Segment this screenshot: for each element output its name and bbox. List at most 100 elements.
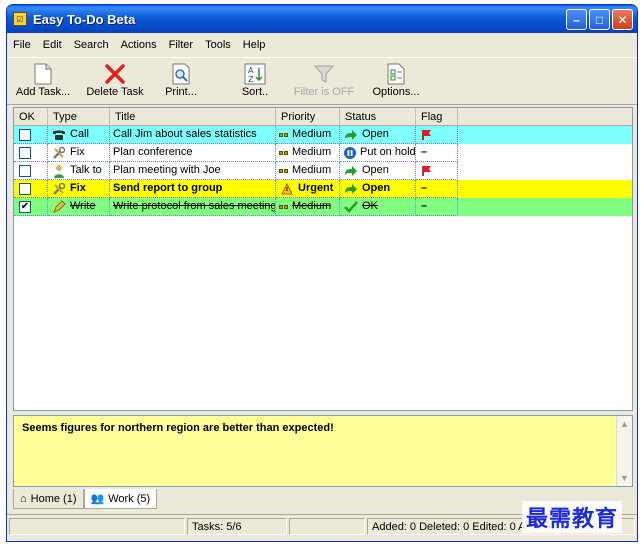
task-title-cell[interactable]: Plan conference [110,144,276,162]
minimize-button[interactable]: – [566,9,587,30]
app-window: ☑ Easy To-Do Beta – □ ✕ File Edit Search… [6,4,638,542]
arrow-right-icon [343,127,359,143]
person-icon [51,163,67,179]
sort-az-icon: AZ [244,63,266,85]
task-flag-cell[interactable]: – [416,180,458,198]
task-status: Put on hold [360,146,416,158]
task-type: Write [70,200,96,212]
delete-x-icon [105,64,125,84]
task-status-cell[interactable]: Open [340,180,416,198]
menu-edit[interactable]: Edit [37,39,68,51]
task-priority-cell[interactable]: Medium [276,198,340,216]
menu-file[interactable]: File [7,39,37,51]
category-tabs: ⌂ Home (1) 👥 Work (5) [13,489,158,511]
options-button[interactable]: Options... [371,62,421,104]
filter-button[interactable]: Filter is OFF [293,62,355,104]
task-title-cell[interactable]: Plan meeting with Joe [110,162,276,180]
task-type-cell[interactable]: Fix [48,144,110,162]
task-flag-cell[interactable]: – [416,144,458,162]
task-status-cell[interactable]: Open [340,162,416,180]
maximize-button[interactable]: □ [589,9,610,30]
task-priority-cell[interactable]: Medium [276,126,340,144]
tools-icon [51,181,67,197]
priority-medium-icon [279,150,288,155]
task-done-checkbox[interactable] [19,128,31,141]
task-priority-cell[interactable]: Urgent [276,180,340,198]
task-type-cell[interactable]: Call [48,126,110,144]
tab-work[interactable]: 👥 Work (5) [83,489,158,509]
task-flag-cell[interactable]: – [416,198,458,216]
task-done-checkbox[interactable]: ✔ [19,200,31,213]
task-status: Open [362,182,391,194]
task-type-cell[interactable]: Fix [48,180,110,198]
tab-home[interactable]: ⌂ Home (1) [13,489,84,509]
task-ok-cell[interactable]: ✔ [14,198,48,216]
task-status-cell[interactable]: Open [340,126,416,144]
col-priority-header[interactable]: Priority [276,108,340,126]
task-type-cell[interactable]: Write [48,198,110,216]
col-title-header[interactable]: Title [110,108,276,126]
task-ok-cell[interactable] [14,126,48,144]
title-bar[interactable]: ☑ Easy To-Do Beta – □ ✕ [7,5,637,33]
warning-icon [279,181,295,197]
task-done-checkbox[interactable] [19,164,31,177]
menu-search[interactable]: Search [68,39,115,51]
task-row[interactable]: Talk to Plan meeting with Joe Medium Open [14,162,632,180]
new-document-icon [34,63,52,85]
watermark-text: 最需教育 [522,501,623,533]
arrow-right-icon [343,163,359,179]
task-ok-cell[interactable] [14,144,48,162]
menu-tools[interactable]: Tools [199,39,237,51]
options-checklist-icon [387,63,405,85]
col-flag-header[interactable]: Flag [416,108,458,126]
no-flag-dash: – [421,146,428,158]
menu-filter[interactable]: Filter [163,39,199,51]
pencil-icon [51,199,67,215]
people-icon: 👥 [90,493,105,505]
add-task-button[interactable]: Add Task... [13,62,73,104]
window-title: Easy To-Do Beta [33,11,136,27]
svg-text:A: A [248,66,254,75]
task-status-cell[interactable]: Put on hold [340,144,416,162]
filter-label: Filter is OFF [293,86,355,98]
task-type: Fix [70,146,85,158]
task-priority: Medium [292,128,332,140]
task-ok-cell[interactable] [14,162,48,180]
menu-actions[interactable]: Actions [115,39,163,51]
task-title-cell[interactable]: Write protocol from sales meeting [110,198,276,216]
task-status-cell[interactable]: OK [340,198,416,216]
task-row[interactable]: Fix Plan conference Medium Put on hold – [14,144,632,162]
print-button[interactable]: Print... [161,62,201,104]
priority-medium-icon [279,132,288,137]
col-ok-header[interactable]: OK [14,108,48,126]
task-done-checkbox[interactable] [19,182,31,195]
task-row[interactable]: Call Call Jim about sales statistics Mediu… [14,126,632,144]
task-done-checkbox[interactable] [19,146,31,159]
task-title-cell[interactable]: Send report to group [110,180,276,198]
task-title-cell[interactable]: Call Jim about sales statistics [110,126,276,144]
task-priority-cell[interactable]: Medium [276,144,340,162]
col-status-header[interactable]: Status [340,108,416,126]
delete-task-button[interactable]: Delete Task [79,62,151,104]
task-type: Fix [70,182,86,194]
task-row[interactable]: ✔ Write Write protocol from sales meeting M… [14,198,632,216]
scroll-up-icon[interactable]: ▲ [617,416,632,432]
close-button[interactable]: ✕ [612,9,633,30]
col-type-header[interactable]: Type [48,108,110,126]
task-ok-cell[interactable] [14,180,48,198]
task-priority-cell[interactable]: Medium [276,162,340,180]
no-flag-dash: – [421,200,428,212]
task-flag-cell[interactable] [416,126,458,144]
task-type-cell[interactable]: Talk to [48,162,110,180]
scroll-down-icon[interactable]: ▼ [617,470,632,486]
menu-help[interactable]: Help [237,39,272,51]
check-icon [343,199,359,215]
task-row[interactable]: Fix Send report to group Urgent Open – [14,180,632,198]
task-title: Plan conference [113,146,193,158]
task-notes[interactable]: Seems figures for northern region are be… [13,415,633,487]
task-flag-cell[interactable] [416,162,458,180]
notes-scrollbar[interactable]: ▲ ▼ [616,416,632,486]
app-icon: ☑ [13,12,27,26]
task-list[interactable]: OK Type Title Priority Status Flag Call C… [13,107,633,411]
sort-button[interactable]: AZ Sort.. [235,62,275,104]
